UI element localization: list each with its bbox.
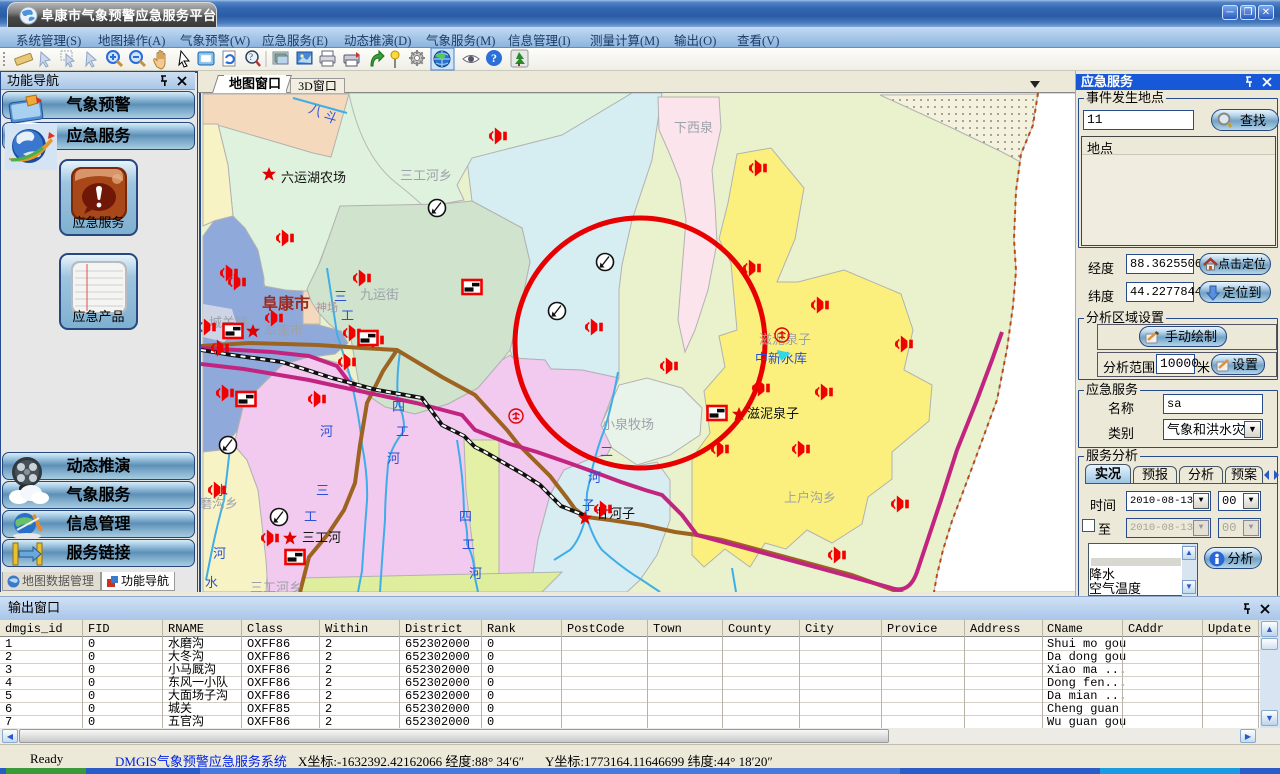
svg-text:九运街: 九运街 [360,287,399,302]
svg-text:三: 三 [334,289,347,304]
svg-text:三工河: 三工河 [302,530,341,545]
svg-text:阜康市: 阜康市 [264,323,303,338]
svg-text:子: 子 [582,498,595,513]
svg-text:二: 二 [600,444,613,459]
svg-text:河: 河 [469,566,482,581]
svg-text:四: 四 [459,509,472,524]
svg-text:河: 河 [588,470,601,485]
svg-text:河: 河 [387,451,400,466]
svg-text:工: 工 [462,537,475,552]
svg-text:下西泉: 下西泉 [674,120,713,135]
svg-text:六运湖农场: 六运湖农场 [281,170,346,185]
svg-text:工: 工 [396,424,409,439]
svg-text:上户沟乡: 上户沟乡 [784,490,836,505]
svg-text:工: 工 [304,509,317,524]
svg-text:河: 河 [320,424,333,439]
svg-text:三: 三 [316,483,329,498]
svg-text:三工河乡: 三工河乡 [250,580,302,592]
svg-text:?: ? [249,52,253,62]
svg-text:水: 水 [205,575,218,590]
svg-text:工: 工 [341,308,354,323]
svg-text:磨沟乡: 磨沟乡 [201,496,238,511]
svg-text:阜康市: 阜康市 [262,294,310,313]
svg-text:?: ? [491,51,497,65]
svg-text:三工河乡: 三工河乡 [400,168,452,183]
svg-text:四: 四 [392,399,405,414]
svg-text:河: 河 [213,546,226,561]
svg-text:滋泥泉子: 滋泥泉子 [747,406,799,421]
svg-text:小泉牧场: 小泉牧场 [602,417,654,432]
